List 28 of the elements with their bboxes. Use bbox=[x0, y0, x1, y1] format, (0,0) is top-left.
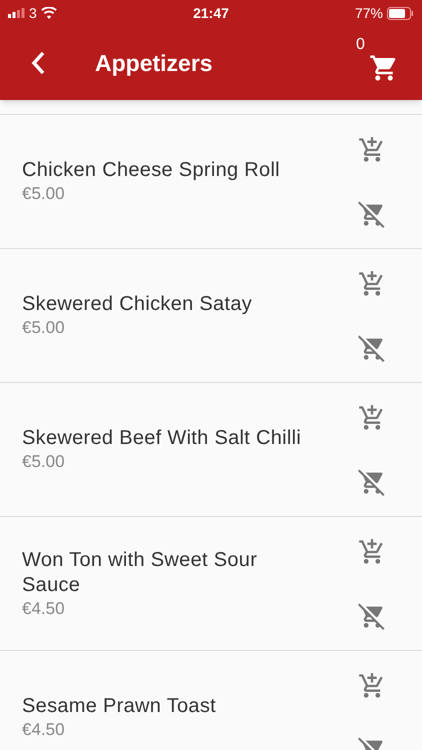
item-price: €4.50 bbox=[22, 719, 66, 741]
item-name: Won Ton with Sweet Sour Sauce bbox=[22, 548, 258, 598]
item-name: Sesame Prawn Toast bbox=[22, 694, 218, 719]
menu-item-card[interactable]: Sesame Prawn Toast €4.50 bbox=[0, 651, 422, 750]
menu-item-card[interactable]: Skewered Chicken Satay €5.00 bbox=[0, 249, 422, 383]
remove-from-cart-icon[interactable] bbox=[358, 334, 386, 362]
carrier-text: 3 bbox=[29, 4, 37, 22]
page-title: Appetizers bbox=[95, 48, 214, 78]
remove-from-cart-icon[interactable] bbox=[358, 602, 386, 630]
item-price: €4.50 bbox=[22, 598, 66, 620]
battery-icon bbox=[387, 6, 414, 20]
item-name: Skewered Beef With Salt Chilli bbox=[22, 426, 302, 451]
battery-percent: 77% bbox=[354, 4, 383, 22]
item-price: €5.00 bbox=[22, 451, 66, 473]
menu-item-card[interactable]: Skewered Beef With Salt Chilli €5.00 bbox=[0, 383, 422, 517]
back-icon bbox=[31, 51, 45, 75]
menu-item-card[interactable]: Chicken Cheese Spring Roll €5.00 bbox=[0, 115, 422, 249]
cart-count: 0 bbox=[356, 35, 365, 55]
remove-from-cart-icon[interactable] bbox=[358, 468, 386, 496]
item-price: €5.00 bbox=[22, 183, 66, 205]
item-price: €5.00 bbox=[22, 317, 66, 339]
item-name: Chicken Cheese Spring Roll bbox=[22, 158, 281, 183]
wifi-icon bbox=[40, 7, 57, 19]
clock-text: 21:47 bbox=[193, 4, 229, 22]
menu-item-card[interactable]: Won Ton with Sweet Sour Sauce €4.50 bbox=[0, 517, 422, 651]
signal-icon bbox=[8, 8, 25, 18]
remove-from-cart-icon[interactable] bbox=[358, 200, 386, 228]
item-name: Skewered Chicken Satay bbox=[22, 292, 254, 317]
